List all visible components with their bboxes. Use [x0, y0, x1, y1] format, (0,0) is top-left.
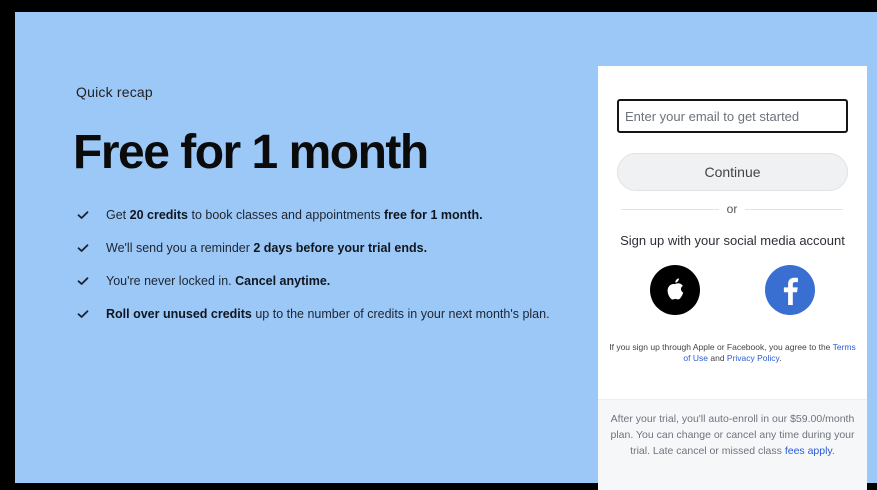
apple-signup-button[interactable]: [650, 265, 700, 315]
legal-notice: If you sign up through Apple or Facebook…: [609, 342, 856, 363]
window-frame-top: [0, 0, 877, 12]
divider-line: [621, 208, 719, 210]
privacy-policy-link[interactable]: Privacy Policy: [727, 353, 779, 363]
benefit-item: Roll over unused credits up to the numbe…: [77, 299, 550, 329]
benefit-text: You're never locked in. Cancel anytime.: [106, 274, 331, 288]
check-icon: [77, 310, 89, 318]
divider-line: [745, 208, 844, 210]
trial-info-section: After your trial, you'll auto-enroll in …: [598, 399, 867, 490]
recap-label: Quick recap: [76, 84, 153, 100]
facebook-icon: [783, 277, 798, 305]
apple-icon: [667, 278, 684, 300]
benefit-text: We'll send you a reminder 2 days before …: [106, 241, 428, 255]
benefits-list: Get 20 credits to book classes and appoi…: [77, 200, 550, 332]
promo-panel: Quick recap Free for 1 month Get 20 cred…: [15, 12, 877, 490]
benefit-text: Roll over unused credits up to the numbe…: [106, 307, 550, 321]
check-icon: [77, 277, 89, 285]
signup-card: Continue or Sign up with your social med…: [598, 66, 867, 490]
facebook-signup-button[interactable]: [765, 265, 815, 315]
trial-note: After your trial, you'll auto-enroll in …: [610, 413, 855, 457]
social-signup-title: Sign up with your social media account: [620, 233, 845, 248]
or-label: or: [726, 202, 738, 216]
benefit-item: Get 20 credits to book classes and appoi…: [77, 200, 550, 230]
benefit-item: You're never locked in. Cancel anytime.: [77, 266, 550, 296]
email-field[interactable]: [617, 99, 848, 133]
benefit-item: We'll send you a reminder 2 days before …: [77, 233, 550, 263]
page-title: Free for 1 month: [73, 126, 429, 179]
check-icon: [77, 244, 89, 252]
or-divider: or: [621, 202, 844, 216]
fees-apply-link[interactable]: fees apply: [785, 445, 832, 457]
benefit-text: Get 20 credits to book classes and appoi…: [106, 208, 483, 222]
continue-button[interactable]: Continue: [617, 153, 848, 191]
window-frame-left: [0, 0, 15, 490]
check-icon: [77, 211, 89, 219]
